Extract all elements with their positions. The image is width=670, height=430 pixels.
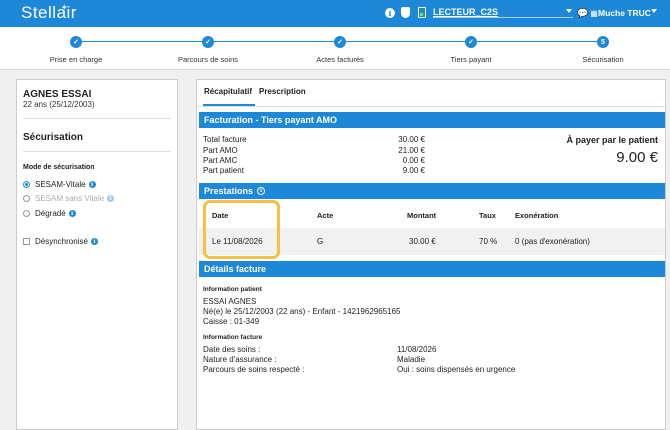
patient-name: AGNES ESSAI	[23, 89, 92, 100]
divider	[23, 118, 171, 119]
radio-label: Dégradé	[35, 209, 66, 218]
radio-label: SESAM-Vitale	[35, 180, 86, 189]
top-bar: Stellair ✦ i LECTEUR_C2S 💬 ▦ Muche TRUC	[0, 0, 670, 27]
chevron-down-icon[interactable]	[566, 9, 572, 13]
mode-securisation-label: Mode de sécurisation	[23, 164, 95, 171]
row-acte: G	[317, 237, 324, 246]
a-payer-amount: 9.00 €	[616, 149, 658, 166]
part-patient-label: Part patient	[203, 166, 244, 175]
patient-panel: AGNES ESSAI 22 ans (25/12/2003) Sécurisa…	[16, 79, 178, 430]
radio-icon[interactable]	[23, 210, 30, 217]
col-taux: Taux	[479, 211, 496, 220]
tab-recapitulatif[interactable]: Récapitulatif	[204, 87, 252, 96]
radio-sesam-sans-vitale: SESAM sans Vitale i	[23, 194, 115, 203]
info-facture-label: Information facture	[203, 334, 263, 341]
patient-line-name: ESSAI AGNES	[203, 297, 257, 306]
patient-line-caisse: Caisse : 01-349	[203, 317, 260, 326]
col-exoneration: Exonération	[515, 211, 559, 220]
step-3-check-icon[interactable]: ✓	[334, 36, 346, 48]
facturation-title: Facturation - Tiers payant AMO	[204, 115, 338, 125]
step-label-actes: Actes facturés	[316, 55, 364, 64]
row-montant: 30.00 €	[409, 237, 436, 246]
row-taux: 70 %	[479, 237, 498, 246]
shield-icon[interactable]	[401, 7, 410, 18]
part-amo-value: 21.00 €	[398, 146, 425, 155]
date-highlight-box	[203, 200, 280, 259]
card-reader-select[interactable]: LECTEUR_C2S	[433, 7, 498, 17]
prestations-header: Prestations i	[199, 183, 665, 199]
stepper: ✓ ✓ ✓ ✓ 5 Prise en charge Parcours de so…	[0, 27, 670, 70]
step-label-securisation: Sécurisation	[582, 55, 624, 64]
patient-age-dob: 22 ans (25/12/2003)	[23, 100, 95, 109]
card-reader-icon[interactable]	[418, 7, 426, 18]
info-icon[interactable]: i	[257, 187, 266, 195]
info-icon[interactable]: i	[68, 210, 76, 217]
patient-line-birth: Né(e) le 25/12/2003 (22 ans) - Enfant - …	[203, 307, 401, 316]
date-soins-label: Date des soins :	[203, 345, 261, 354]
checkbox-icon[interactable]	[23, 238, 30, 245]
step-4-check-icon[interactable]: ✓	[465, 36, 477, 48]
a-payer-label: À payer par le patient	[566, 135, 658, 145]
nature-assurance-label: Nature d'assurance :	[203, 355, 277, 364]
details-header: Détails facture	[199, 261, 665, 277]
part-amc-label: Part AMC	[203, 156, 238, 165]
details-title: Détails facture	[204, 264, 267, 274]
checkbox-desynchronise[interactable]: Désynchronisé i	[23, 237, 98, 246]
step-label-tiers-payant: Tiers payant	[450, 55, 492, 64]
info-patient-label: Information patient	[203, 286, 262, 293]
radio-label: SESAM sans Vitale	[35, 194, 105, 203]
prestations-title: Prestations	[204, 186, 254, 196]
radio-selected-icon[interactable]	[23, 181, 30, 188]
part-amc-value: 0.00 €	[402, 156, 425, 165]
radio-icon	[23, 195, 30, 202]
part-amo-label: Part AMO	[203, 146, 238, 155]
tab-prescription[interactable]: Prescription	[259, 87, 306, 96]
col-montant: Montant	[407, 211, 437, 220]
step-label-parcours: Parcours de soins	[177, 55, 239, 64]
step-5-number[interactable]: 5	[597, 36, 609, 48]
card-reader-select-underline	[433, 17, 573, 18]
col-acte: Acte	[317, 211, 334, 220]
chat-icon[interactable]: 💬	[577, 8, 588, 18]
total-facture-label: Total facture	[203, 135, 247, 144]
app-logo: Stellair	[21, 3, 77, 22]
user-menu[interactable]: Muche TRUC	[598, 8, 651, 18]
row-exoneration: 0 (pas d'exonération)	[515, 237, 590, 246]
nature-assurance-value: Maladie	[397, 355, 426, 364]
step-2-check-icon[interactable]: ✓	[202, 36, 214, 48]
checkbox-label: Désynchronisé	[35, 237, 88, 246]
chevron-down-icon[interactable]	[651, 9, 657, 13]
date-soins-value: 11/08/2026	[397, 345, 437, 354]
logo-star-icon: ✦	[61, 3, 68, 12]
total-facture-value: 30.00 €	[398, 135, 425, 144]
step-label-prise-en-charge: Prise en charge	[49, 55, 103, 64]
part-patient-value: 9.00 €	[402, 166, 425, 175]
info-icon: i	[107, 195, 115, 202]
tabs-border	[197, 106, 665, 107]
parcours-label: Parcours de soins respecté :	[203, 365, 305, 374]
radio-sesam-vitale[interactable]: SESAM-Vitale i	[23, 180, 96, 189]
divider	[23, 151, 171, 152]
radio-degrade[interactable]: Dégradé i	[23, 209, 76, 218]
securisation-title: Sécurisation	[23, 132, 84, 143]
facturation-header: Facturation - Tiers payant AMO	[199, 112, 665, 128]
info-icon[interactable]: i	[385, 8, 395, 18]
step-1-check-icon[interactable]: ✓	[70, 36, 82, 48]
info-icon[interactable]: i	[90, 238, 98, 245]
parcours-value: Oui : soins dispensés en urgence	[397, 365, 516, 374]
info-icon[interactable]: i	[88, 181, 96, 188]
